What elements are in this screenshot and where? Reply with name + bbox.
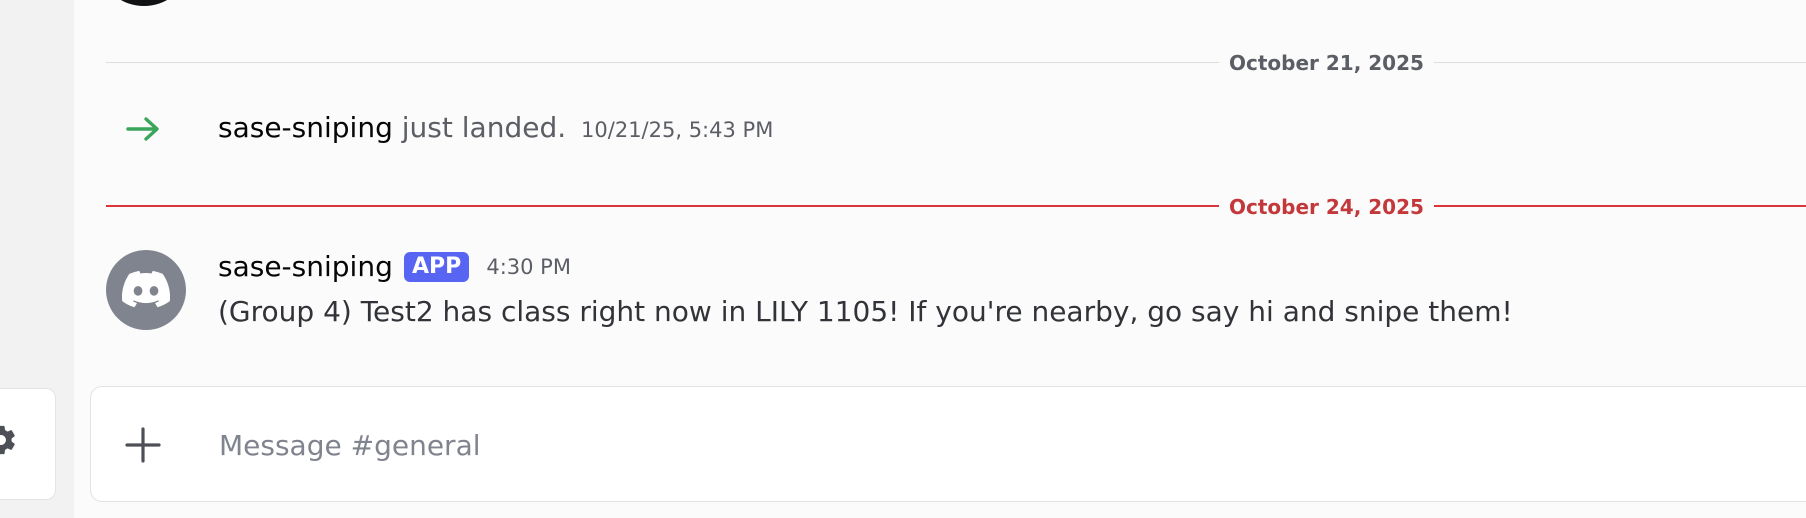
date-divider: October 21, 2025 bbox=[106, 52, 1806, 74]
message-username[interactable]: sase-sniping bbox=[218, 250, 393, 283]
join-timestamp[interactable]: 10/21/25, 5:43 PM bbox=[581, 118, 773, 142]
discord-logo-icon bbox=[122, 270, 170, 308]
arrow-right-icon bbox=[126, 117, 159, 141]
join-username[interactable]: sase-sniping bbox=[218, 111, 393, 144]
divider-line bbox=[106, 205, 1806, 207]
message-content: (Group 4) Test2 has class right now in L… bbox=[218, 295, 1513, 328]
divider-line bbox=[106, 62, 1806, 63]
new-messages-divider: October 24, 2025 bbox=[106, 196, 1806, 218]
divider-date: October 21, 2025 bbox=[1219, 52, 1434, 74]
join-message-text: sase-sniping just landed. 10/21/25, 5:43… bbox=[218, 110, 773, 148]
message-composer bbox=[90, 386, 1806, 502]
join-action-text: just landed. bbox=[401, 111, 567, 144]
message-timestamp[interactable]: 4:30 PM bbox=[486, 255, 571, 279]
chat-area: October 21, 2025 sase-sniping just lande… bbox=[74, 0, 1806, 518]
bot-avatar[interactable] bbox=[106, 250, 186, 330]
divider-date: October 24, 2025 bbox=[1219, 196, 1434, 218]
channel-sidebar bbox=[0, 0, 74, 518]
plus-icon[interactable] bbox=[121, 423, 165, 467]
discord-app: October 21, 2025 sase-sniping just lande… bbox=[0, 0, 1806, 518]
message-input[interactable] bbox=[217, 415, 1721, 475]
previous-message-avatar[interactable] bbox=[104, 0, 184, 6]
message-header: sase-sniping APP 4:30 PM bbox=[218, 250, 571, 290]
join-system-message: sase-sniping just landed. 10/21/25, 5:43… bbox=[74, 108, 1806, 148]
app-badge: APP bbox=[403, 251, 470, 282]
gear-icon[interactable] bbox=[0, 423, 18, 457]
